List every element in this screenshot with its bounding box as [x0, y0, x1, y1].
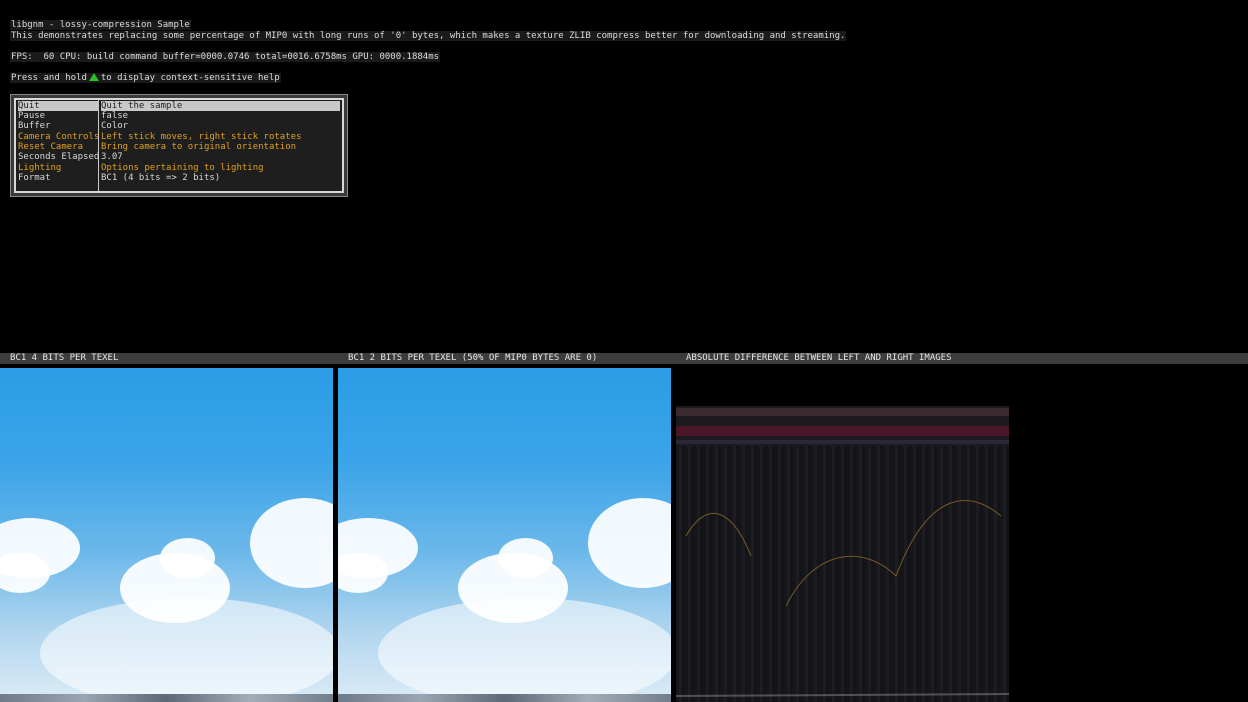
triangle-button-icon	[88, 73, 99, 81]
menu-item-label: Quit	[18, 101, 98, 111]
help-hint: Press and hold to display context-sensiti…	[10, 73, 281, 83]
left-panel-label: BC1 4 BITS PER TEXEL	[10, 353, 119, 363]
menu-item-value: Options pertaining to lighting	[101, 163, 264, 173]
horizon	[0, 694, 333, 702]
menu-item-value: 3.07	[101, 152, 123, 162]
sample-description: This demonstrates replacing some percent…	[10, 31, 847, 41]
menu-item-lighting[interactable]: Lighting Options pertaining to lighting	[16, 163, 342, 173]
left-texture-image	[0, 368, 333, 702]
sky-image	[338, 368, 671, 702]
menu-item-label: Buffer	[18, 121, 51, 131]
menu-item-value: Left stick moves, right stick rotates	[101, 132, 302, 142]
menu-item-format[interactable]: Format BC1 (4 bits => 2 bits)	[16, 173, 342, 183]
middle-texture-image	[338, 368, 671, 702]
perf-stats: FPS: 60 CPU: build command buffer=0000.0…	[10, 52, 441, 62]
sample-title: libgnm - lossy-compression Sample	[10, 20, 191, 30]
difference-image	[676, 406, 1009, 702]
menu-item-label: Seconds Elapsed	[18, 152, 98, 162]
help-suffix: to display context-sensitive help	[100, 73, 280, 83]
debug-menu: Quit Quit the sample Pause false Buffer Col…	[10, 94, 348, 197]
horizon	[338, 694, 671, 702]
menu-item-value: false	[101, 111, 129, 121]
middle-panel-label: BC1 2 BITS PER TEXEL (50% OF MIP0 BYTES …	[348, 353, 598, 363]
help-prefix: Press and hold	[11, 73, 87, 83]
right-panel-label: ABSOLUTE DIFFERENCE BETWEEN LEFT AND RIG…	[686, 353, 952, 363]
menu-item-value: Quit the sample	[101, 101, 340, 111]
menu-item-value: BC1 (4 bits => 2 bits)	[101, 173, 221, 183]
menu-item-pause[interactable]: Pause false	[16, 111, 342, 121]
menu-item-camera-controls[interactable]: Camera Controls Left stick moves, right s…	[16, 132, 342, 142]
menu-item-label: Reset Camera	[18, 142, 84, 152]
menu-item-quit[interactable]: Quit Quit the sample	[16, 101, 342, 111]
menu-item-label: Format	[18, 173, 51, 183]
menu-item-buffer[interactable]: Buffer Color	[16, 121, 342, 131]
sky-image	[0, 368, 333, 702]
menu-item-label: Camera Controls	[18, 132, 98, 142]
menu-item-value: Bring camera to original orientation	[101, 142, 297, 152]
debug-menu-list: Quit Quit the sample Pause false Buffer Col…	[14, 98, 344, 193]
menu-item-value: Color	[101, 121, 129, 131]
panel-label-bar	[0, 353, 1248, 364]
menu-item-label: Pause	[18, 111, 46, 121]
difference-edges	[676, 500, 1009, 697]
menu-item-label: Lighting	[18, 163, 62, 173]
menu-item-reset-camera[interactable]: Reset Camera Bring camera to original ori…	[16, 142, 342, 152]
menu-item-seconds-elapsed[interactable]: Seconds Elapsed 3.07	[16, 152, 342, 162]
